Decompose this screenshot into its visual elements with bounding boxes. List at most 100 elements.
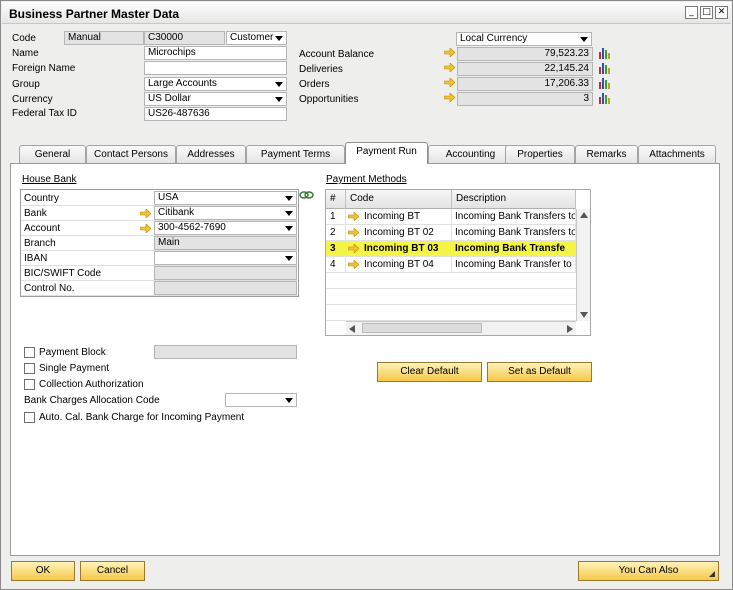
- tab-properties[interactable]: Properties: [505, 145, 575, 163]
- single-payment-label: Single Payment: [39, 363, 110, 374]
- col-header-description[interactable]: Description: [452, 190, 576, 209]
- link-arrow-icon[interactable]: [444, 48, 455, 57]
- tab-accounting[interactable]: Accounting: [428, 145, 513, 163]
- tab-payment-run[interactable]: Payment Run: [345, 142, 428, 164]
- col-header-code[interactable]: Code: [346, 190, 452, 209]
- link-arrow-icon[interactable]: [348, 228, 359, 237]
- control-field: [154, 281, 297, 295]
- deliveries-field: 22,145.24: [457, 62, 593, 76]
- code-series-field[interactable]: Manual: [64, 31, 144, 45]
- bar-chart-icon[interactable]: [598, 77, 610, 90]
- row-description: Incoming Bank Transfers to: [452, 225, 576, 241]
- link-arrow-icon[interactable]: [140, 224, 151, 233]
- link-arrow-icon[interactable]: [444, 78, 455, 87]
- iban-select[interactable]: [154, 251, 297, 265]
- scroll-left-icon[interactable]: [349, 325, 355, 333]
- table-row[interactable]: 1 Incoming BT Incoming Bank Transfers to: [326, 209, 590, 225]
- set-default-button[interactable]: Set as Default: [487, 362, 592, 382]
- chevron-down-icon: [275, 97, 283, 102]
- clear-default-button[interactable]: Clear Default: [377, 362, 482, 382]
- link-chain-icon[interactable]: [299, 188, 314, 202]
- bp-type-select[interactable]: Customer: [226, 31, 287, 45]
- auto-cal-checkbox[interactable]: [24, 412, 35, 423]
- scroll-right-icon[interactable]: [567, 325, 573, 333]
- foreign-name-field[interactable]: [144, 61, 287, 75]
- bar-chart-icon[interactable]: [598, 47, 610, 60]
- bank-select[interactable]: Citibank: [154, 206, 297, 220]
- scroll-down-icon[interactable]: [580, 312, 588, 318]
- bic-field: [154, 266, 297, 280]
- group-select[interactable]: Large Accounts: [144, 77, 287, 91]
- tab-addresses[interactable]: Addresses: [176, 145, 246, 163]
- currency-select[interactable]: US Dollar: [144, 92, 287, 106]
- col-header-num[interactable]: #: [326, 190, 346, 209]
- payment-block-reason-field: [154, 345, 297, 359]
- bank-charges-label: Bank Charges Allocation Code: [24, 395, 160, 406]
- link-arrow-icon[interactable]: [348, 212, 359, 221]
- tab-general[interactable]: General: [19, 145, 86, 163]
- single-payment-checkbox[interactable]: [24, 363, 35, 374]
- table-row-selected[interactable]: 3 Incoming BT 03 Incoming Bank Transfe: [326, 241, 590, 257]
- name-field[interactable]: Microchips: [144, 46, 287, 60]
- scroll-up-icon[interactable]: [580, 212, 588, 218]
- bar-chart-icon[interactable]: [598, 92, 610, 105]
- bank-row-branch: Branch Main: [21, 236, 298, 251]
- horizontal-scrollbar[interactable]: [346, 321, 576, 335]
- orders-label: Orders: [299, 79, 330, 90]
- country-value: USA: [158, 192, 179, 203]
- country-select[interactable]: USA: [154, 191, 297, 205]
- vertical-scrollbar[interactable]: [576, 209, 590, 321]
- tab-contact-persons[interactable]: Contact Persons: [86, 145, 176, 163]
- table-row[interactable]: 2 Incoming BT 02 Incoming Bank Transfers…: [326, 225, 590, 241]
- code-field[interactable]: C30000: [144, 31, 225, 45]
- currency-mode-value: Local Currency: [460, 33, 528, 44]
- house-bank-box: Country USA Bank Citibank Account 300-45…: [20, 189, 299, 297]
- name-label: Name: [12, 48, 39, 59]
- chevron-down-icon: [275, 82, 283, 87]
- payment-block-label: Payment Block: [39, 347, 106, 358]
- collection-authorization-checkbox[interactable]: [24, 379, 35, 390]
- auto-cal-label: Auto. Cal. Bank Charge for Incoming Paym…: [39, 412, 245, 423]
- close-icon[interactable]: ✕: [715, 6, 728, 19]
- bank-charges-select[interactable]: [225, 393, 297, 407]
- chevron-down-icon: [285, 256, 293, 261]
- scroll-thumb[interactable]: [362, 323, 482, 333]
- link-arrow-icon[interactable]: [140, 209, 151, 218]
- ok-button[interactable]: OK: [11, 561, 75, 581]
- account-value: 300-4562-7690: [158, 222, 226, 233]
- row-description: Incoming Bank Transfer to: [452, 257, 576, 273]
- control-label: Control No.: [24, 283, 75, 294]
- payment-methods-grid: # Code Description 1 Incoming BT Incomin…: [325, 189, 591, 336]
- table-row[interactable]: 4 Incoming BT 04 Incoming Bank Transfer …: [326, 257, 590, 273]
- maximize-icon[interactable]: □: [700, 6, 713, 19]
- link-arrow-icon[interactable]: [348, 260, 359, 269]
- you-can-also-button[interactable]: You Can Also: [578, 561, 719, 581]
- tab-attachments[interactable]: Attachments: [638, 145, 716, 163]
- branch-field: Main: [154, 236, 297, 250]
- chevron-down-icon: [285, 211, 293, 216]
- tab-remarks[interactable]: Remarks: [575, 145, 638, 163]
- link-arrow-icon[interactable]: [444, 63, 455, 72]
- tab-payment-terms[interactable]: Payment Terms: [246, 145, 345, 163]
- account-select[interactable]: 300-4562-7690: [154, 221, 297, 235]
- row-code: Incoming BT: [346, 209, 452, 225]
- row-code: Incoming BT 04: [346, 257, 452, 273]
- bank-label: Bank: [24, 208, 47, 219]
- house-bank-title: House Bank: [22, 174, 77, 185]
- currency-mode-select[interactable]: Local Currency: [456, 32, 592, 46]
- empty-row: [326, 273, 590, 289]
- link-arrow-icon[interactable]: [444, 93, 455, 102]
- cancel-button[interactable]: Cancel: [80, 561, 145, 581]
- minimize-icon[interactable]: _: [685, 6, 698, 19]
- bank-row-country: Country USA: [21, 191, 298, 206]
- tax-id-label: Federal Tax ID: [12, 108, 77, 119]
- row-description: Incoming Bank Transfers to: [452, 209, 576, 225]
- title-bar[interactable]: Business Partner Master Data _ □ ✕: [2, 2, 731, 24]
- payment-block-checkbox[interactable]: [24, 347, 35, 358]
- bar-chart-icon[interactable]: [598, 62, 610, 75]
- chevron-down-icon: [285, 226, 293, 231]
- orders-field: 17,206.33: [457, 77, 593, 91]
- tax-id-field[interactable]: US26-487636: [144, 107, 287, 121]
- link-arrow-icon[interactable]: [348, 244, 359, 253]
- branch-label: Branch: [24, 238, 56, 249]
